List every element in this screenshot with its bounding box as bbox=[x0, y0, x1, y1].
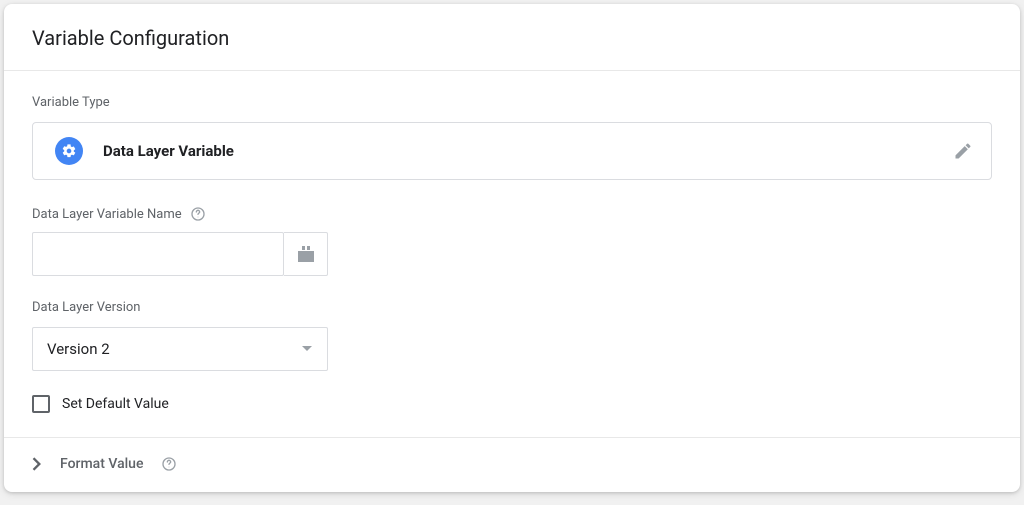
help-icon[interactable] bbox=[161, 456, 177, 472]
building-block-icon bbox=[296, 245, 316, 263]
variable-type-icon-circle bbox=[55, 137, 83, 165]
chevron-right-icon bbox=[32, 457, 42, 471]
set-default-row[interactable]: Set Default Value bbox=[32, 395, 992, 413]
dlv-version-label: Data Layer Version bbox=[32, 300, 992, 315]
format-value-row[interactable]: Format Value bbox=[4, 438, 1020, 492]
variable-type-row[interactable]: Data Layer Variable bbox=[32, 122, 992, 180]
card-header: Variable Configuration bbox=[4, 4, 1020, 71]
dlv-name-input[interactable] bbox=[32, 232, 284, 276]
variable-type-left: Data Layer Variable bbox=[55, 137, 234, 165]
dlv-version-group: Data Layer Version Version 2 bbox=[32, 300, 992, 371]
dlv-version-select[interactable]: Version 2 bbox=[32, 327, 328, 371]
variable-type-label: Variable Type bbox=[32, 95, 992, 110]
dlv-version-value: Version 2 bbox=[47, 340, 110, 358]
caret-down-icon bbox=[301, 345, 313, 353]
dlv-name-label: Data Layer Variable Name bbox=[32, 207, 182, 222]
variable-type-name: Data Layer Variable bbox=[103, 142, 234, 160]
insert-variable-button[interactable] bbox=[284, 232, 328, 276]
pencil-icon[interactable] bbox=[953, 141, 973, 161]
dlv-name-label-row: Data Layer Variable Name bbox=[32, 206, 992, 222]
variable-config-card: Variable Configuration Variable Type Dat… bbox=[4, 4, 1020, 492]
help-icon[interactable] bbox=[190, 206, 206, 222]
gear-icon bbox=[61, 143, 77, 159]
dlv-name-group: Data Layer Variable Name bbox=[32, 206, 992, 276]
set-default-label: Set Default Value bbox=[62, 396, 169, 412]
set-default-checkbox[interactable] bbox=[32, 395, 50, 413]
card-body: Variable Type Data Layer Variable bbox=[4, 71, 1020, 413]
format-value-label: Format Value bbox=[60, 456, 143, 472]
dlv-name-input-row bbox=[32, 232, 992, 276]
card-title: Variable Configuration bbox=[32, 26, 992, 50]
